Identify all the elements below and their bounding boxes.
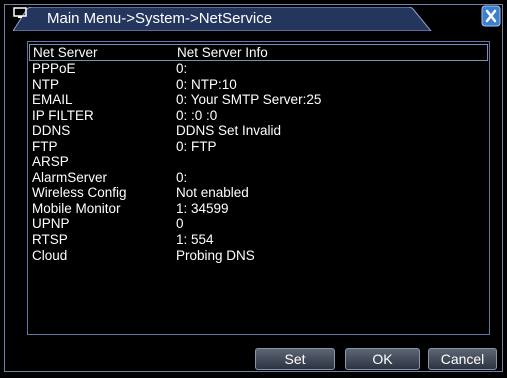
row-server: Wireless Config: [32, 185, 127, 201]
monitor-icon: [13, 7, 27, 18]
column-header-info: Net Server Info: [177, 45, 268, 60]
netservice-dialog: Main Menu->System->NetService Net Server…: [4, 4, 503, 372]
set-button[interactable]: Set: [255, 348, 335, 370]
row-server: FTP: [32, 138, 58, 154]
row-info: 0:: [176, 169, 188, 185]
title-bar: Main Menu->System->NetService: [5, 5, 502, 33]
table-row-alarmserver[interactable]: AlarmServer 0:: [28, 170, 489, 186]
table-row-wireless-config[interactable]: Wireless Config Not enabled: [28, 185, 489, 201]
row-server: ARSP: [32, 154, 69, 170]
row-server: EMAIL: [32, 92, 73, 108]
row-info: DDNS Set Invalid: [176, 123, 282, 139]
row-info: 0: FTP: [176, 138, 217, 154]
row-info: Probing DNS: [176, 247, 255, 263]
row-server: NTP: [32, 76, 59, 92]
table-row-arsp[interactable]: ARSP: [28, 154, 489, 170]
row-info: 0: :0 :0: [176, 107, 218, 123]
table-row-upnp[interactable]: UPNP 0: [28, 216, 489, 232]
table-row-ip-filter[interactable]: IP FILTER 0: :0 :0: [28, 108, 489, 124]
table-row-cloud[interactable]: Cloud Probing DNS: [28, 248, 489, 264]
table-row-pppoe[interactable]: PPPoE 0:: [28, 61, 489, 77]
row-server: UPNP: [32, 216, 70, 232]
row-server: Cloud: [32, 247, 68, 263]
row-server: Mobile Monitor: [32, 200, 121, 216]
ok-button[interactable]: OK: [345, 348, 420, 370]
row-server: PPPoE: [32, 61, 76, 76]
row-info: 0: Your SMTP Server:25: [176, 92, 322, 108]
row-info: Not enabled: [176, 185, 249, 201]
table-row-ntp[interactable]: NTP 0: NTP:10: [28, 77, 489, 93]
row-info: 0:: [176, 61, 188, 76]
table-row-mobile-monitor[interactable]: Mobile Monitor 1: 34599: [28, 201, 489, 217]
row-info: 0: [176, 216, 184, 232]
table-header: Net Server Net Server Info: [29, 44, 488, 61]
row-info: 1: 554: [176, 232, 214, 248]
row-server: IP FILTER: [32, 107, 94, 123]
row-server: AlarmServer: [32, 169, 108, 185]
row-info: 1: 34599: [176, 200, 229, 216]
table-row-ftp[interactable]: FTP 0: FTP: [28, 139, 489, 155]
table-row-rtsp[interactable]: RTSP 1: 554: [28, 232, 489, 248]
close-button[interactable]: [480, 5, 502, 29]
cancel-button[interactable]: Cancel: [428, 348, 497, 370]
window-title: Main Menu->System->NetService: [47, 10, 273, 27]
table-row-ddns[interactable]: DDNS DDNS Set Invalid: [28, 123, 489, 139]
net-service-table: Net Server Net Server Info PPPoE 0: NTP …: [27, 41, 490, 335]
row-server: DDNS: [32, 123, 71, 139]
title-tab: Main Menu->System->NetService: [13, 7, 433, 31]
table-rows: PPPoE 0: NTP 0: NTP:10 EMAIL 0: Your SMT…: [28, 61, 489, 263]
column-header-server: Net Server: [33, 45, 98, 60]
row-server: RTSP: [32, 232, 68, 248]
row-info: 0: NTP:10: [176, 76, 237, 92]
table-row-email[interactable]: EMAIL 0: Your SMTP Server:25: [28, 92, 489, 108]
close-icon[interactable]: [480, 5, 502, 29]
